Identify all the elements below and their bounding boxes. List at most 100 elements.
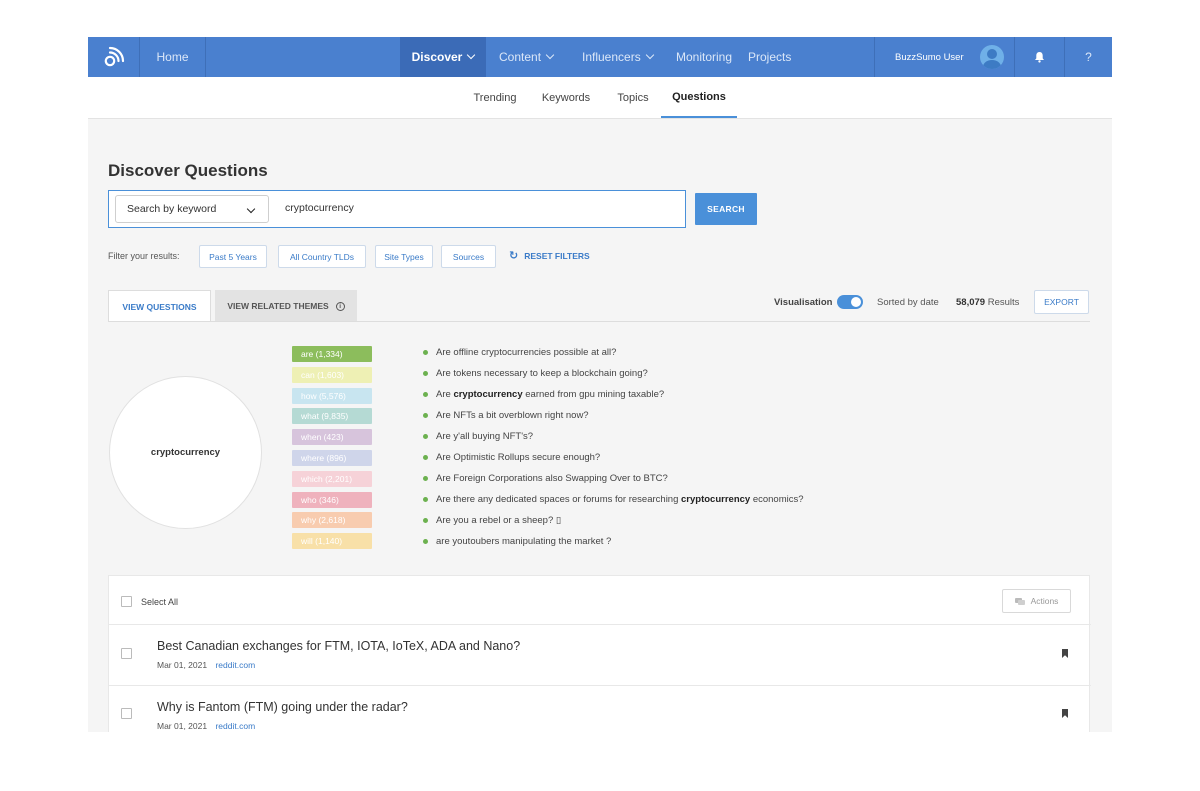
bullet-dot-icon <box>423 413 428 418</box>
filter-country-button[interactable]: All Country TLDs <box>278 245 366 268</box>
sample-question-text: Are you a rebel or a sheep? ▯ <box>436 515 561 526</box>
tab-keywords[interactable]: Keywords <box>536 77 596 118</box>
question-word-tag[interactable]: how (5,576) <box>292 387 372 404</box>
sort-label[interactable]: Sorted by date <box>877 297 939 308</box>
sample-question[interactable]: Are there any dedicated spaces or forums… <box>423 494 804 505</box>
sample-question[interactable]: Are y'all buying NFT's? <box>423 431 533 442</box>
question-text: Are Optimistic Rollups secure enough? <box>436 452 601 463</box>
question-word-tag[interactable]: will (1,140) <box>292 533 372 550</box>
select-all-checkbox[interactable] <box>121 596 132 607</box>
nav-home[interactable]: Home <box>140 37 206 77</box>
filter-site-types-button[interactable]: Site Types <box>375 245 433 268</box>
result-title[interactable]: Why is Fantom (FTM) going under the rada… <box>157 700 408 714</box>
result-source-link[interactable]: reddit.com <box>215 721 255 731</box>
result-date: Mar 01, 2021 <box>157 660 208 670</box>
question-word-tag[interactable]: when (423) <box>292 429 372 446</box>
result-date: Mar 01, 2021 <box>157 721 208 731</box>
bookmark-icon[interactable] <box>1062 649 1068 658</box>
result-meta: Mar 01, 2021 reddit.com <box>157 721 255 731</box>
results-label: Results <box>987 297 1020 308</box>
nav-content[interactable]: Content <box>499 37 555 77</box>
select-all-label: Select All <box>141 597 179 607</box>
bullet-dot-icon <box>423 518 428 523</box>
question-word-tag[interactable]: where (896) <box>292 450 372 466</box>
question-text: Are <box>436 389 454 400</box>
sample-question[interactable]: Are NFTs a bit overblown right now? <box>423 410 589 421</box>
nav-projects[interactable]: Projects <box>748 37 791 77</box>
question-word-tag[interactable]: can (1,603) <box>292 366 372 383</box>
bullet-dot-icon <box>423 497 428 502</box>
tab-divider <box>108 321 1090 322</box>
sample-question-text: Are Optimistic Rollups secure enough? <box>436 452 600 463</box>
sample-question[interactable]: Are Optimistic Rollups secure enough? <box>423 452 600 463</box>
question-word-tag[interactable]: which (2,201) <box>292 470 372 487</box>
tab-questions[interactable]: Questions <box>661 77 737 118</box>
tab-trending[interactable]: Trending <box>466 77 524 118</box>
sample-question[interactable]: Are you a rebel or a sheep? ▯ <box>423 515 561 526</box>
sample-question-text: are youtoubers manipulating the market ? <box>436 536 611 547</box>
search-button[interactable]: SEARCH <box>695 193 757 225</box>
avatar <box>979 45 1004 69</box>
question-word-tag[interactable]: why (2,618) <box>292 512 372 529</box>
export-button[interactable]: EXPORT <box>1034 290 1089 314</box>
search-type-select[interactable]: Search by keyword <box>115 195 269 223</box>
nav-discover[interactable]: Discover <box>400 37 486 77</box>
bullet-dot-icon <box>423 392 428 397</box>
search-input[interactable]: cryptocurrency <box>285 202 354 214</box>
nav-influencers[interactable]: Influencers <box>582 37 654 77</box>
row-checkbox[interactable] <box>121 708 132 719</box>
sample-question[interactable]: Are tokens necessary to keep a blockchai… <box>423 368 648 379</box>
buzzsumo-logo-icon[interactable] <box>88 37 140 77</box>
sample-question[interactable]: Are cryptocurrency earned from gpu minin… <box>423 389 664 400</box>
question-text: Are offline cryptocurrencies possible at… <box>436 347 617 358</box>
question-text: Are you a rebel or a sheep? ▯ <box>436 515 562 526</box>
sample-question-text: Are Foreign Corporations also Swapping O… <box>436 473 668 484</box>
sample-question[interactable]: Are Foreign Corporations also Swapping O… <box>423 473 668 484</box>
result-source-link[interactable]: reddit.com <box>215 660 255 670</box>
nav-monitoring[interactable]: Monitoring <box>676 37 732 77</box>
bullet-dot-icon <box>423 371 428 376</box>
question-word-tag[interactable]: who (346) <box>292 491 372 508</box>
question-text: Are there any dedicated spaces or forums… <box>436 494 682 505</box>
chevron-down-icon <box>645 50 654 60</box>
bell-icon <box>1035 52 1044 63</box>
question-text: Are y'all buying NFT's? <box>436 431 534 442</box>
visualisation-toggle[interactable] <box>837 295 863 309</box>
sample-question-text: Are cryptocurrency earned from gpu minin… <box>436 389 664 400</box>
question-text: economics? <box>750 494 804 505</box>
actions-button[interactable]: Actions <box>1002 589 1071 613</box>
sample-question[interactable]: Are offline cryptocurrencies possible at… <box>423 347 616 358</box>
keyword-circle: cryptocurrency <box>109 376 262 529</box>
sample-question-text: Are y'all buying NFT's? <box>436 431 533 442</box>
info-icon: i <box>335 301 345 311</box>
bookmark-icon[interactable] <box>1062 709 1068 718</box>
bullet-dot-icon <box>423 350 428 355</box>
sub-nav: Trending Keywords Topics Questions <box>88 77 1112 119</box>
nav-content-label: Content <box>499 50 542 64</box>
sample-question-text: Are NFTs a bit overblown right now? <box>436 410 589 421</box>
sample-question-text: Are there any dedicated spaces or forums… <box>436 494 804 505</box>
divider <box>109 685 1091 686</box>
tab-topics[interactable]: Topics <box>610 77 656 118</box>
reset-filters-button[interactable]: ↻ RESET FILTERS <box>509 250 590 261</box>
question-text: Are NFTs a bit overblown right now? <box>436 410 589 421</box>
results-count: 58,079 Results <box>956 297 1019 308</box>
filter-sources-button[interactable]: Sources <box>441 245 496 268</box>
row-checkbox[interactable] <box>121 648 132 659</box>
visualisation-label: Visualisation <box>774 297 833 308</box>
help-button[interactable]: ? <box>1064 37 1112 77</box>
filter-date-button[interactable]: Past 5 Years <box>199 245 267 268</box>
comments-icon <box>1014 597 1025 605</box>
chevron-down-icon <box>467 50 476 60</box>
notifications-button[interactable] <box>1014 37 1064 77</box>
result-title[interactable]: Best Canadian exchanges for FTM, IOTA, I… <box>157 639 520 653</box>
question-word-tag[interactable]: what (9,835) <box>292 408 372 425</box>
user-menu[interactable]: BuzzSumo User <box>874 37 1014 77</box>
tab-view-questions[interactable]: VIEW QUESTIONS <box>108 290 211 322</box>
sample-question[interactable]: are youtoubers manipulating the market ? <box>423 536 611 547</box>
chevron-down-icon <box>545 50 555 60</box>
user-name: BuzzSumo User <box>895 51 964 63</box>
actions-label: Actions <box>1030 596 1059 606</box>
tab-view-related-themes[interactable]: VIEW RELATED THEMES i <box>215 290 357 322</box>
question-word-tag[interactable]: are (1,334) <box>292 346 372 362</box>
